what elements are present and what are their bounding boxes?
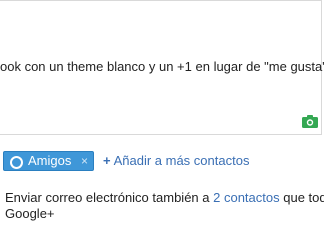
post-compose-box[interactable]: ook con un theme blanco y un +1 en lugar… [0,0,324,135]
add-photo-button[interactable] [302,115,318,128]
email-notice: Enviar correo electrónico también a 2 co… [5,190,324,222]
add-more-contacts-link[interactable]: + Añadir a más contactos [103,153,249,169]
share-recipients-row: Amigos × + Añadir a más contactos [0,145,324,171]
contacts-count-link[interactable]: 2 contactos [213,190,280,205]
circle-chip-label: Amigos [28,153,72,168]
email-notice-suffix: que tod [283,190,324,205]
email-notice-prefix: Enviar correo electrónico también a [5,190,210,205]
camera-icon [302,115,318,128]
circle-chip-amigos[interactable]: Amigos × [3,151,94,171]
plus-icon: + [103,153,111,168]
post-text[interactable]: ook con un theme blanco y un +1 en lugar… [0,59,324,75]
circle-icon [10,156,23,169]
add-more-label: Añadir a más contactos [113,153,250,168]
email-notice-line2: Google+ [5,206,55,221]
remove-chip-button[interactable]: × [81,152,88,170]
